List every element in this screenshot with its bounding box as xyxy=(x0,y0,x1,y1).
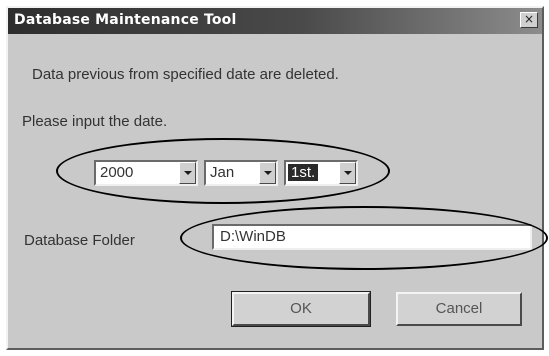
month-select[interactable]: Jan xyxy=(204,160,278,186)
month-dropdown-arrow-icon[interactable] xyxy=(259,162,276,184)
close-icon: × xyxy=(523,12,535,26)
database-maintenance-dialog: Database Maintenance Tool × Data previou… xyxy=(6,6,548,350)
database-folder-label: Database Folder xyxy=(24,232,135,249)
ok-button[interactable]: OK xyxy=(231,291,371,327)
cancel-button[interactable]: Cancel xyxy=(396,292,522,326)
date-prompt-text: Please input the date. xyxy=(22,113,168,130)
day-value: 1st. xyxy=(288,164,319,181)
close-button[interactable]: × xyxy=(520,12,538,28)
title-bar[interactable]: Database Maintenance Tool × xyxy=(8,8,542,34)
year-dropdown-arrow-icon[interactable] xyxy=(179,162,196,184)
year-select[interactable]: 2000 xyxy=(94,160,198,186)
day-dropdown-arrow-icon[interactable] xyxy=(339,162,356,184)
delete-info-text: Data previous from specified date are de… xyxy=(32,66,339,83)
database-folder-input[interactable]: D:\WinDB xyxy=(212,224,532,250)
database-folder-value: D:\WinDB xyxy=(220,228,286,245)
year-value: 2000 xyxy=(100,164,134,181)
month-value: Jan xyxy=(210,164,235,181)
day-select[interactable]: 1st. xyxy=(284,160,358,186)
window-title: Database Maintenance Tool xyxy=(14,12,237,28)
